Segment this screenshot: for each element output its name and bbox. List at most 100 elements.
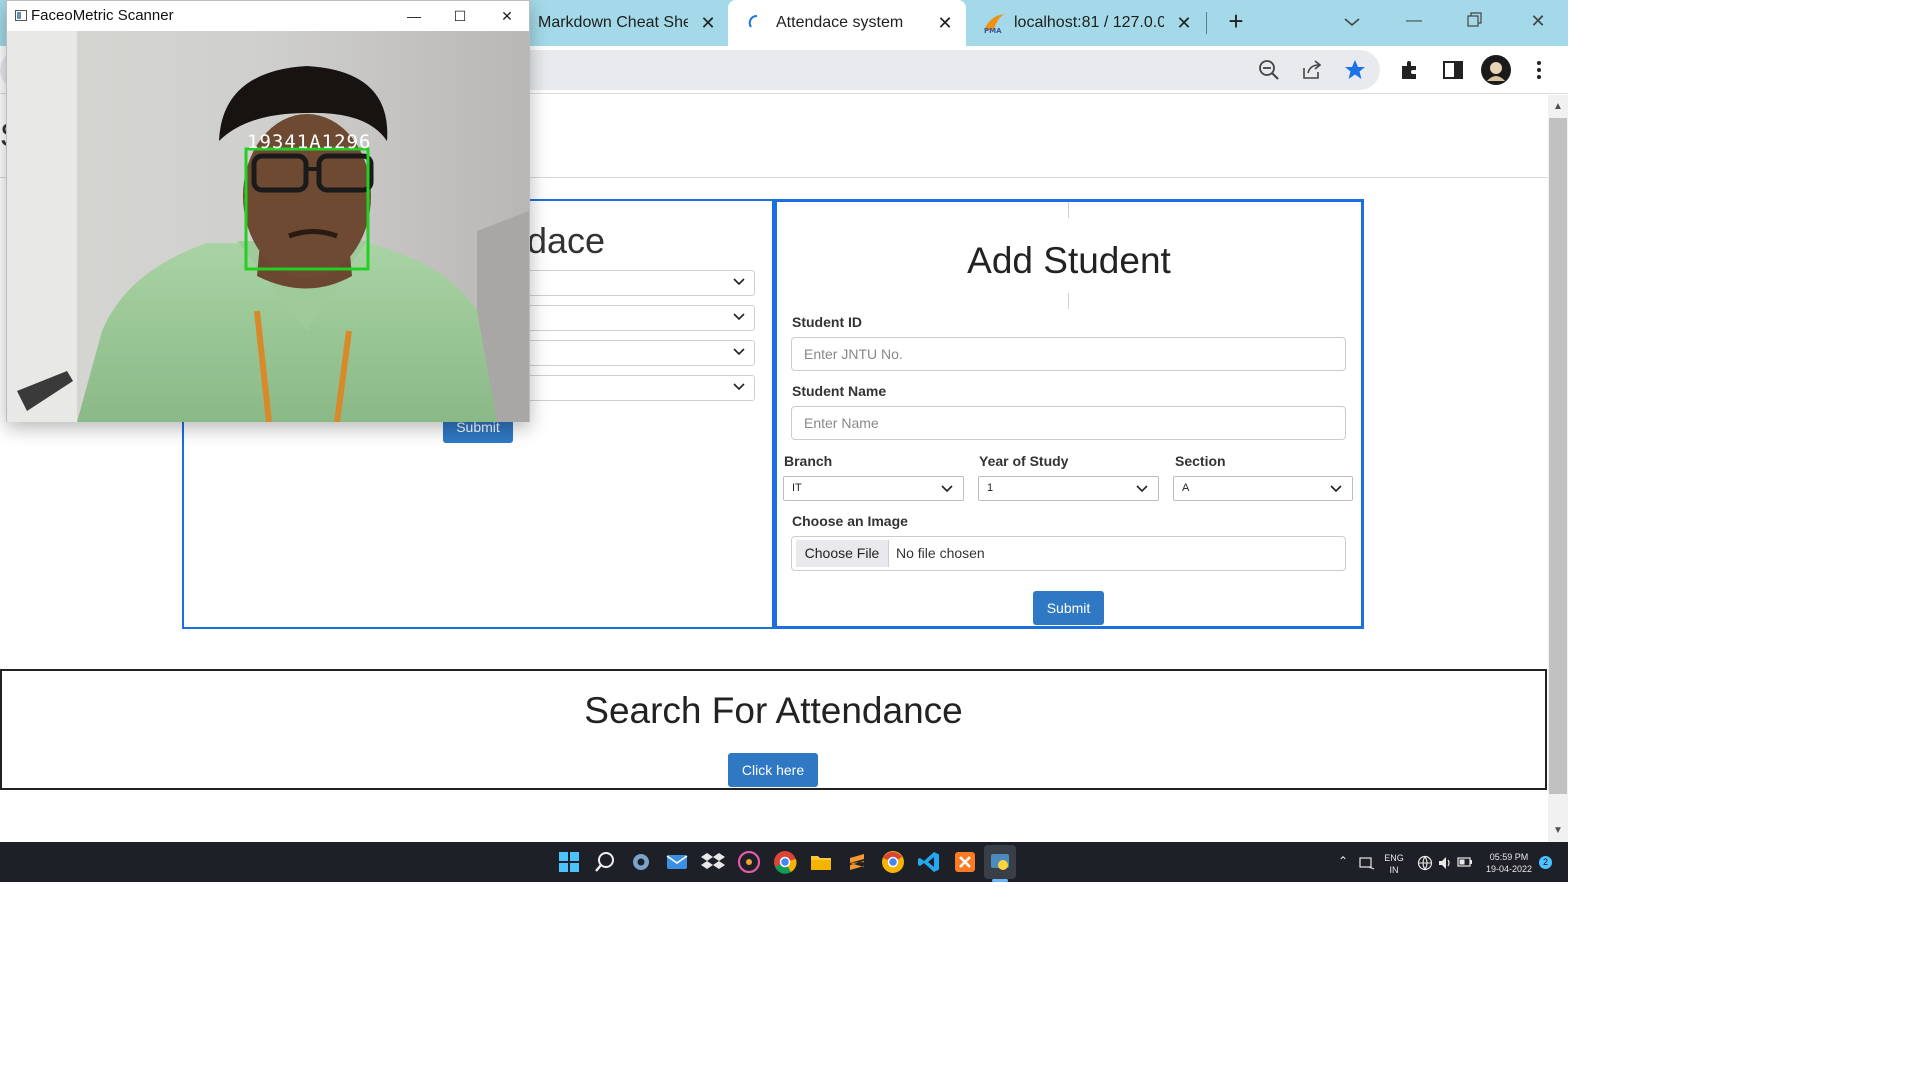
chevron-down-icon [1136,485,1148,493]
image-file-input[interactable]: Choose File No file chosen [791,536,1346,571]
tab-title: localhost:81 / 127.0.0 [1014,14,1164,31]
scroll-up-arrow-icon[interactable]: ▲ [1550,100,1566,114]
year-label: Year of Study [979,453,1069,469]
tab-separator [1206,12,1207,34]
choose-file-button[interactable]: Choose File [796,540,889,567]
svg-text:PMA: PMA [984,27,1002,34]
phpmyadmin-icon: PMA [984,14,1004,34]
attendance-select-3[interactable] [520,340,755,366]
xampp-icon[interactable] [953,850,977,874]
profile-avatar[interactable] [1481,55,1511,85]
file-explorer-icon[interactable] [809,850,833,874]
battery-icon[interactable] [1457,856,1473,868]
chevron-down-icon [733,348,745,356]
attendance-panel-heading: dace [527,220,606,261]
faceometric-scanner-window[interactable]: FaceoMetric Scanner — ☐ ✕ 19341A1296 [6,0,530,422]
scrollbar-thumb[interactable] [1549,118,1567,794]
more-menu-icon[interactable] [1527,58,1551,82]
extensions-puzzle-icon[interactable] [1398,58,1422,82]
scanner-close-icon[interactable]: ✕ [496,5,518,27]
tab-close-icon[interactable]: ✕ [935,13,955,33]
tab-attendance-system[interactable]: Attendace system ✕ [728,0,966,46]
attendance-select-2[interactable] [520,305,755,331]
title-divider [1068,293,1069,309]
share-icon[interactable] [1300,58,1324,82]
add-student-submit-button[interactable]: Submit [1033,591,1104,625]
year-select[interactable]: 1 [978,476,1159,501]
python-app-icon[interactable] [988,850,1012,874]
bookmark-star-icon[interactable] [1343,58,1367,82]
chrome-alt-icon[interactable] [881,850,905,874]
clock-time: 05:59 PM [1489,852,1529,862]
branch-label: Branch [784,453,833,469]
settings-gear-icon[interactable] [629,850,653,874]
section-select[interactable]: A [1173,476,1353,501]
tray-overflow-chevron-icon[interactable]: ⌃ [1338,854,1348,868]
minimize-icon[interactable]: — [1400,8,1428,34]
scanner-titlebar[interactable]: FaceoMetric Scanner — ☐ ✕ [7,1,529,31]
section-select-value: A [1182,482,1190,494]
tab-title: Markdown Cheat She [538,14,688,31]
chevron-down-icon [733,278,745,286]
close-window-icon[interactable]: ✕ [1524,8,1552,34]
scanner-maximize-icon[interactable]: ☐ [449,5,471,27]
mail-icon[interactable] [665,850,689,874]
file-status-text: No file chosen [896,545,985,561]
language-indicator[interactable]: ENG IN [1381,852,1407,876]
vscode-icon[interactable] [917,850,941,874]
attendance-select-4[interactable] [520,375,755,401]
clock[interactable]: 05:59 PM 19-04-2022 [1480,851,1538,875]
scanner-minimize-icon[interactable]: — [403,5,425,27]
zoom-out-icon[interactable] [1257,58,1281,82]
chevron-down-icon [733,313,745,321]
student-id-input[interactable]: Enter JNTU No. [791,337,1346,371]
student-name-input[interactable]: Enter Name [791,406,1346,440]
tab-search-chevron-icon[interactable] [1343,15,1361,29]
clock-date: 19-04-2022 [1485,864,1533,874]
side-panel-icon[interactable] [1441,58,1465,82]
year-select-value: 1 [987,482,994,494]
pen-input-icon[interactable] [1359,856,1375,870]
search-click-here-button[interactable]: Click here [728,753,818,787]
dropbox-icon[interactable] [701,850,725,874]
section-label: Section [1175,453,1226,469]
chevron-down-icon [1330,485,1342,493]
tab-markdown-cheat-sheet[interactable]: Markdown Cheat She ✕ [530,0,726,46]
branch-select[interactable]: IT [783,476,964,501]
attendance-select-1[interactable] [520,270,755,296]
branch-select-value: IT [792,482,802,494]
chevron-down-icon [733,383,745,391]
search-icon[interactable] [593,850,617,874]
add-student-title: Add Student [967,240,1171,281]
new-tab-button[interactable]: + [1224,8,1248,34]
detected-student-id: 19341A1296 [247,131,372,153]
windows-taskbar: ⌃ ENG IN 05:59 PM 19-04-2022 2 [0,842,1568,882]
active-app-indicator [992,879,1008,882]
scanner-window-title: FaceoMetric Scanner [31,7,174,24]
restore-icon[interactable] [1466,12,1484,28]
tab-phpmyadmin[interactable]: PMA localhost:81 / 127.0.0 ✕ [968,0,1204,46]
camera-feed: 19341A1296 [7,31,529,422]
search-attendance-title: Search For Attendance [584,690,963,731]
language-code: ENG [1384,853,1404,863]
start-windows-icon[interactable] [557,850,581,874]
chevron-down-icon [941,485,953,493]
sublime-icon[interactable] [845,850,869,874]
loading-spinner-icon [748,15,758,28]
media-player-icon[interactable] [737,850,761,874]
scroll-down-arrow-icon[interactable]: ▼ [1550,824,1566,838]
volume-icon[interactable] [1437,855,1453,871]
app-window-icon [15,10,27,21]
title-divider [1068,202,1069,218]
choose-image-label: Choose an Image [792,513,908,529]
region-code: IN [1389,865,1399,875]
tab-title: Attendace system [776,14,904,31]
notification-badge[interactable]: 2 [1539,856,1552,869]
camera-frame-image [7,31,529,422]
chrome-icon[interactable] [773,850,797,874]
tab-close-icon[interactable]: ✕ [1174,13,1194,33]
student-id-label: Student ID [792,314,862,330]
student-name-label: Student Name [792,383,887,399]
network-globe-icon[interactable] [1417,855,1433,871]
tab-close-icon[interactable]: ✕ [698,13,718,33]
